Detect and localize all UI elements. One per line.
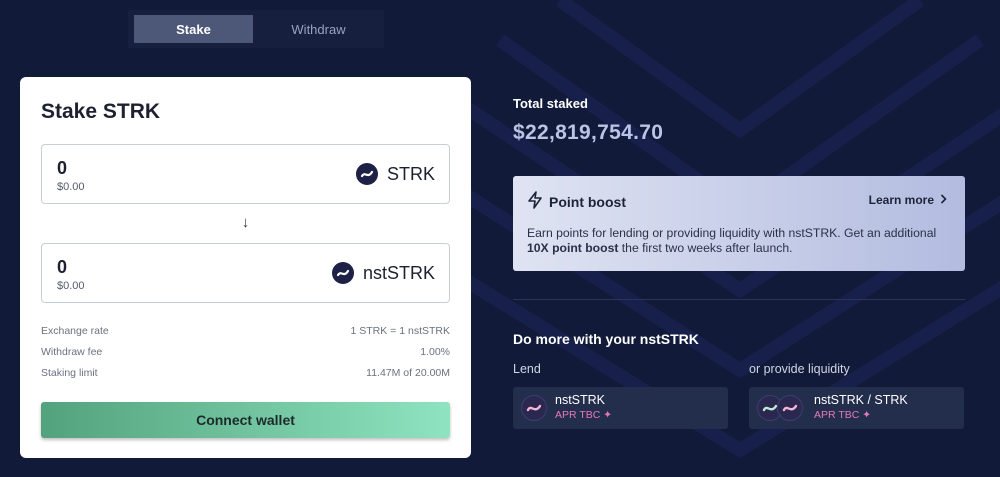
output-usd-value: $0.00 <box>57 280 85 292</box>
input-usd-value: $0.00 <box>57 181 85 193</box>
stake-card: Stake STRK 0 $0.00 STRK ↓ 0 $0.00 nstSTR… <box>20 77 471 458</box>
boost-text-highlight: 10X point boost <box>527 241 619 255</box>
lend-pool-card[interactable]: nstSTRK APR TBC ✦ <box>513 387 728 429</box>
nststrk-token-icon <box>521 395 547 421</box>
liquidity-pool-card[interactable]: nstSTRK / STRK APR TBC ✦ <box>749 387 964 429</box>
tab-stake[interactable]: Stake <box>134 15 253 43</box>
input-token-symbol: STRK <box>386 163 435 184</box>
point-boost-banner: Point boost Learn more Earn points for l… <box>513 176 965 271</box>
output-amount[interactable]: 0 <box>57 257 67 278</box>
lightning-icon <box>527 191 543 212</box>
nststrk-token-icon <box>331 262 354 284</box>
pool-logos <box>521 395 547 421</box>
learn-more-link[interactable]: Learn more <box>869 193 947 207</box>
input-amount-field[interactable]: 0 $0.00 STRK <box>41 144 450 204</box>
info-value: 11.47M of 20.00M <box>366 367 450 379</box>
arrow-down-icon: ↓ <box>241 214 250 231</box>
withdraw-fee-row: Withdraw fee 1.00% <box>41 346 450 358</box>
output-amount-field[interactable]: 0 $0.00 nstSTRK <box>41 243 450 303</box>
total-staked-value: $22,819,754.70 <box>513 121 664 144</box>
info-value: 1.00% <box>420 346 450 358</box>
section-divider <box>513 299 965 300</box>
liquidity-label: or provide liquidity <box>749 362 850 376</box>
boost-title: Point boost <box>527 191 626 212</box>
info-label: Exchange rate <box>41 325 109 337</box>
input-amount[interactable]: 0 <box>57 158 67 179</box>
strk-token-icon <box>355 163 378 185</box>
connect-wallet-button[interactable]: Connect wallet <box>41 402 450 438</box>
info-value: 1 STRK = 1 nstSTRK <box>350 325 451 337</box>
boost-text-end: the first two weeks after launch. <box>618 241 793 255</box>
input-token: STRK <box>355 163 435 185</box>
exchange-rate-row: Exchange rate 1 STRK = 1 nstSTRK <box>41 325 450 337</box>
tab-withdraw[interactable]: Withdraw <box>259 15 378 43</box>
lend-label: Lend <box>513 362 541 376</box>
pool-apr: APR TBC ✦ <box>555 409 613 421</box>
info-label: Withdraw fee <box>41 346 103 358</box>
strk-token-icon <box>777 395 803 421</box>
pool-name: nstSTRK / STRK <box>814 393 908 407</box>
pool-logos <box>757 395 803 421</box>
total-staked-label: Total staked <box>513 96 588 111</box>
boost-text-start: Earn points for lending or providing liq… <box>527 226 937 240</box>
pool-name: nstSTRK <box>555 393 606 407</box>
pool-apr: APR TBC ✦ <box>814 409 872 421</box>
stake-withdraw-tabs: Stake Withdraw <box>128 10 384 48</box>
learn-more-label: Learn more <box>868 193 934 207</box>
card-title: Stake STRK <box>41 100 161 123</box>
chevron-right-icon <box>940 193 947 207</box>
do-more-heading: Do more with your nstSTRK <box>513 331 699 347</box>
info-label: Staking limit <box>41 367 98 379</box>
output-token: nstSTRK <box>331 262 435 284</box>
boost-title-text: Point boost <box>549 193 626 210</box>
staking-limit-row: Staking limit 11.47M of 20.00M <box>41 367 450 379</box>
right-panel: Total staked $22,819,754.70 Point boost … <box>513 0 965 477</box>
output-token-symbol: nstSTRK <box>362 262 435 283</box>
boost-description: Earn points for lending or providing liq… <box>527 226 947 256</box>
